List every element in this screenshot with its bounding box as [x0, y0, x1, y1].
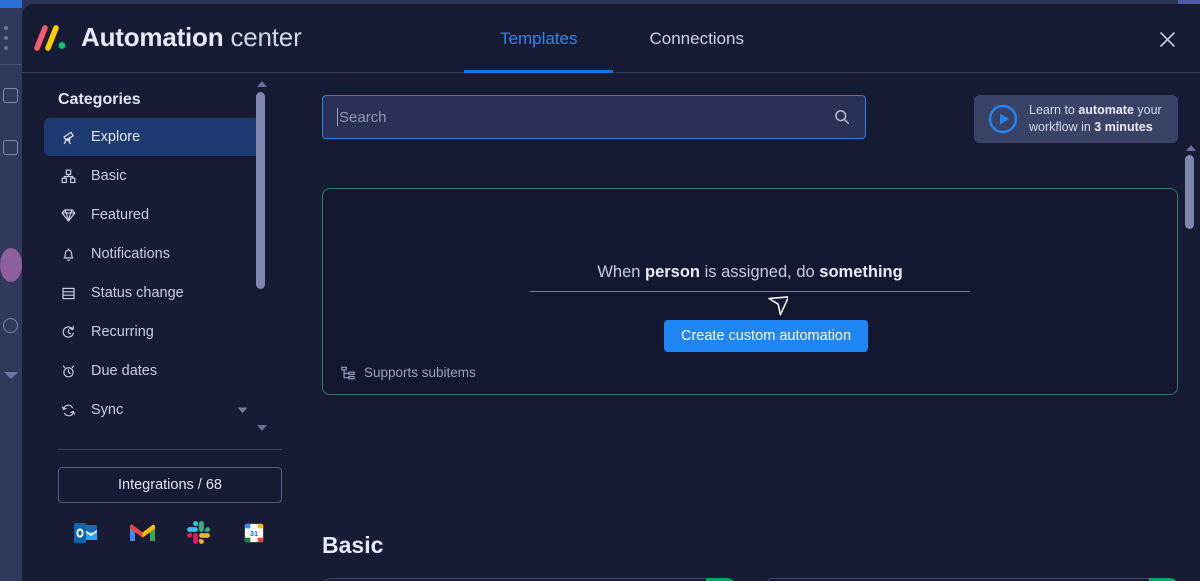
- chevron-down-icon[interactable]: [237, 407, 248, 414]
- learn-automate-promo-card[interactable]: Learn to automate your workflow in 3 min…: [974, 95, 1178, 143]
- sidebar-item-due-dates[interactable]: Due dates: [44, 352, 260, 390]
- google-calendar-icon-wrapper[interactable]: 31: [226, 521, 282, 544]
- promo-line2-pre: workflow in: [1029, 120, 1095, 134]
- background-dot: [4, 26, 8, 30]
- recipe-sentence-wrapper[interactable]: When person is assigned, do something: [530, 263, 970, 292]
- main-scroll-thumb[interactable]: [1185, 155, 1194, 229]
- recipe-row: When person is assigned, do something: [323, 263, 1177, 292]
- sync-icon: [61, 404, 76, 416]
- sidebar-item-label: Status change: [91, 285, 184, 301]
- diamond-icon: [61, 208, 76, 222]
- blocks-icon: [61, 169, 76, 183]
- sidebar-item-label: Featured: [91, 207, 150, 223]
- background-dot: [4, 46, 8, 50]
- search-icon[interactable]: [833, 108, 851, 126]
- background-home-icon: [3, 88, 18, 103]
- gmail-icon-wrapper[interactable]: [114, 521, 170, 544]
- background-divider: [0, 64, 22, 65]
- sidebar-item-label: Due dates: [91, 363, 158, 379]
- sidebar-scroll-thumb[interactable]: [256, 92, 265, 289]
- sidebar-item-recurring[interactable]: Recurring: [44, 313, 260, 351]
- supports-subitems: Supports subitems: [341, 365, 476, 380]
- promo-line1-post: your: [1133, 103, 1162, 118]
- scroll-up-arrow-icon[interactable]: [1186, 145, 1196, 151]
- text-caret: [337, 108, 338, 126]
- recipe-pre: When: [597, 263, 645, 281]
- brand: Automation center: [34, 22, 302, 53]
- main-scrollbar[interactable]: [1184, 145, 1198, 475]
- main-content: Learn to automate your workflow in 3 min…: [300, 73, 1200, 581]
- promo-text: Learn to automate your workflow in 3 min…: [1029, 102, 1162, 136]
- svg-text:31: 31: [250, 529, 258, 538]
- promo-line1-pre: Learn to: [1029, 103, 1079, 118]
- sidebar-item-notifications[interactable]: Notifications: [44, 235, 260, 273]
- list-icon: [62, 287, 75, 299]
- sidebar-divider: [58, 449, 282, 450]
- sidebar-item-label: Sync: [91, 402, 124, 418]
- sidebar-item-basic[interactable]: Basic: [44, 157, 260, 195]
- background-topbar: [0, 0, 22, 8]
- recurring-clock-icon: [62, 325, 74, 338]
- modal-body: Categories Explore Basic Featured Notifi…: [22, 73, 1200, 581]
- sidebar-item-featured[interactable]: Featured: [44, 196, 260, 234]
- tab-bar: Templates Connections: [464, 4, 780, 73]
- play-circle-icon: [988, 104, 1018, 134]
- outlook-icon-wrapper[interactable]: [58, 521, 114, 544]
- section-title-basic: Basic: [322, 532, 384, 558]
- close-icon: [1159, 31, 1175, 47]
- monday-logo-icon: [34, 24, 66, 51]
- sidebar-item-sync[interactable]: Sync: [44, 391, 260, 429]
- sidebar: Categories Explore Basic Featured Notifi…: [22, 73, 300, 581]
- custom-automation-card[interactable]: When person is assigned, do something Cr…: [322, 188, 1178, 395]
- google-calendar-icon: 31: [244, 523, 264, 542]
- tab-connections[interactable]: Connections: [613, 4, 780, 73]
- slack-icon: [186, 521, 210, 544]
- cursor-arrow-icon: [768, 296, 788, 316]
- close-button[interactable]: [1153, 25, 1181, 53]
- modal-header: Automation center Templates Connections: [22, 4, 1200, 73]
- recipe-trigger[interactable]: person: [645, 263, 700, 281]
- recipe-sentence: When person is assigned, do something: [597, 263, 902, 281]
- recipe-action[interactable]: something: [819, 263, 902, 281]
- sidebar-item-label: Recurring: [91, 324, 154, 340]
- background-dot: [4, 36, 8, 40]
- promo-line1-bold: automate: [1078, 103, 1134, 118]
- slack-icon-wrapper[interactable]: [170, 521, 226, 544]
- integration-icon-row: 31: [58, 521, 282, 544]
- promo-line2-bold: 3 minutes: [1094, 120, 1153, 134]
- scroll-down-arrow-icon[interactable]: [257, 425, 267, 431]
- telescope-icon: [63, 131, 74, 144]
- background-avatar: [0, 248, 22, 282]
- outlook-icon: [74, 522, 97, 543]
- subitems-icon: [341, 366, 355, 379]
- supports-subitems-label: Supports subitems: [364, 365, 476, 380]
- background-board-icon: [3, 140, 18, 155]
- integrations-button[interactable]: Integrations / 68: [58, 467, 282, 503]
- sidebar-category-list: Explore Basic Featured Notifications Sta…: [44, 118, 260, 430]
- search-row: Learn to automate your workflow in 3 min…: [322, 95, 1178, 143]
- sidebar-item-label: Explore: [91, 129, 141, 145]
- create-custom-automation-button[interactable]: Create custom automation: [664, 320, 869, 352]
- search-input[interactable]: [339, 108, 833, 126]
- scroll-up-arrow-icon[interactable]: [257, 81, 267, 87]
- sidebar-title: Categories: [58, 91, 141, 108]
- brand-title-bold: Automation: [81, 22, 224, 52]
- alarm-clock-icon: [62, 364, 75, 378]
- sidebar-scrollbar[interactable]: [254, 81, 270, 431]
- search-field[interactable]: [322, 95, 866, 139]
- sidebar-item-label: Basic: [91, 168, 127, 184]
- bell-icon: [63, 248, 74, 261]
- page-title: Automation center: [81, 22, 302, 53]
- recipe-mid: is assigned, do: [700, 263, 820, 281]
- brand-title-light: center: [230, 22, 302, 52]
- sidebar-item-explore[interactable]: Explore: [44, 118, 260, 156]
- gmail-icon: [129, 524, 155, 541]
- automation-center-modal: Automation center Templates Connections …: [22, 4, 1200, 581]
- tab-templates[interactable]: Templates: [464, 4, 614, 73]
- sidebar-item-status-change[interactable]: Status change: [44, 274, 260, 312]
- background-search-icon: [3, 318, 18, 333]
- sidebar-item-label: Notifications: [91, 246, 170, 262]
- background-caret-icon: [4, 372, 18, 379]
